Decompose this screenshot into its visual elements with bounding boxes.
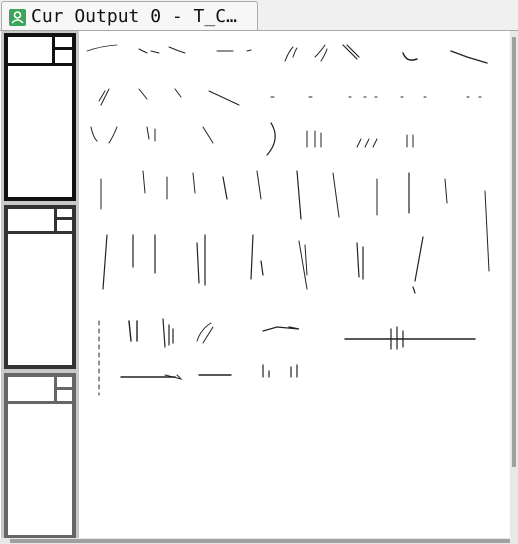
stroke-mark (266, 122, 276, 156)
stroke-mark (356, 242, 364, 280)
thumbnail-strip[interactable] (1, 31, 79, 541)
vertical-scroll-thumb[interactable] (512, 37, 516, 467)
stroke-mark (202, 126, 214, 144)
stroke-mark (132, 234, 156, 274)
stroke-mark (390, 326, 404, 350)
stroke-mark (138, 48, 160, 54)
stroke-mark (86, 44, 118, 52)
stroke-mark (296, 170, 302, 220)
person-icon (9, 9, 26, 26)
stroke-mark (196, 322, 214, 344)
stroke-mark (412, 236, 424, 294)
stroke-mark (290, 364, 298, 378)
stroke-mark (356, 138, 378, 148)
stroke-canvas[interactable] (79, 31, 509, 536)
stroke-mark (262, 326, 300, 332)
thumbnail-1[interactable] (4, 33, 76, 201)
stroke-mark (138, 88, 148, 100)
stroke-mark (256, 170, 262, 200)
stroke-mark (208, 90, 240, 106)
stroke-mark (444, 178, 448, 204)
stroke-mark (402, 52, 418, 61)
vertical-scrollbar[interactable] (510, 31, 518, 541)
stroke-mark (166, 172, 196, 200)
stroke-mark (484, 190, 490, 272)
tab-title: Cur Output 0 - T_C… (31, 6, 237, 27)
stroke-mark (306, 130, 322, 148)
stroke-mark (102, 234, 108, 290)
horizontal-scrollbar[interactable] (0, 538, 518, 544)
horizontal-scroll-thumb[interactable] (10, 539, 510, 543)
stroke-mark (406, 134, 414, 148)
stroke-mark (168, 46, 186, 54)
stroke-mark (262, 364, 270, 378)
document-tab[interactable]: Cur Output 0 - T_C… (1, 1, 258, 30)
stroke-mark (146, 126, 156, 142)
stroke-mark (142, 170, 146, 194)
stroke-mark (90, 126, 118, 144)
thumbnail-2[interactable] (4, 205, 76, 369)
stroke-mark (284, 46, 298, 62)
stroke-mark (450, 50, 488, 64)
stroke-mark (314, 44, 328, 62)
stroke-mark (128, 320, 138, 342)
stroke-mark (174, 88, 182, 98)
stroke-mark (222, 176, 228, 200)
stroke-mark (250, 234, 264, 280)
stroke-mark (246, 49, 252, 52)
thumbnail-3[interactable] (4, 373, 76, 539)
stroke-mark (98, 88, 110, 106)
stroke-mark (342, 44, 360, 60)
stroke-mark (298, 240, 308, 290)
stroke-mark (332, 172, 340, 218)
stroke-mark (162, 318, 174, 348)
stroke-mark (196, 234, 206, 286)
